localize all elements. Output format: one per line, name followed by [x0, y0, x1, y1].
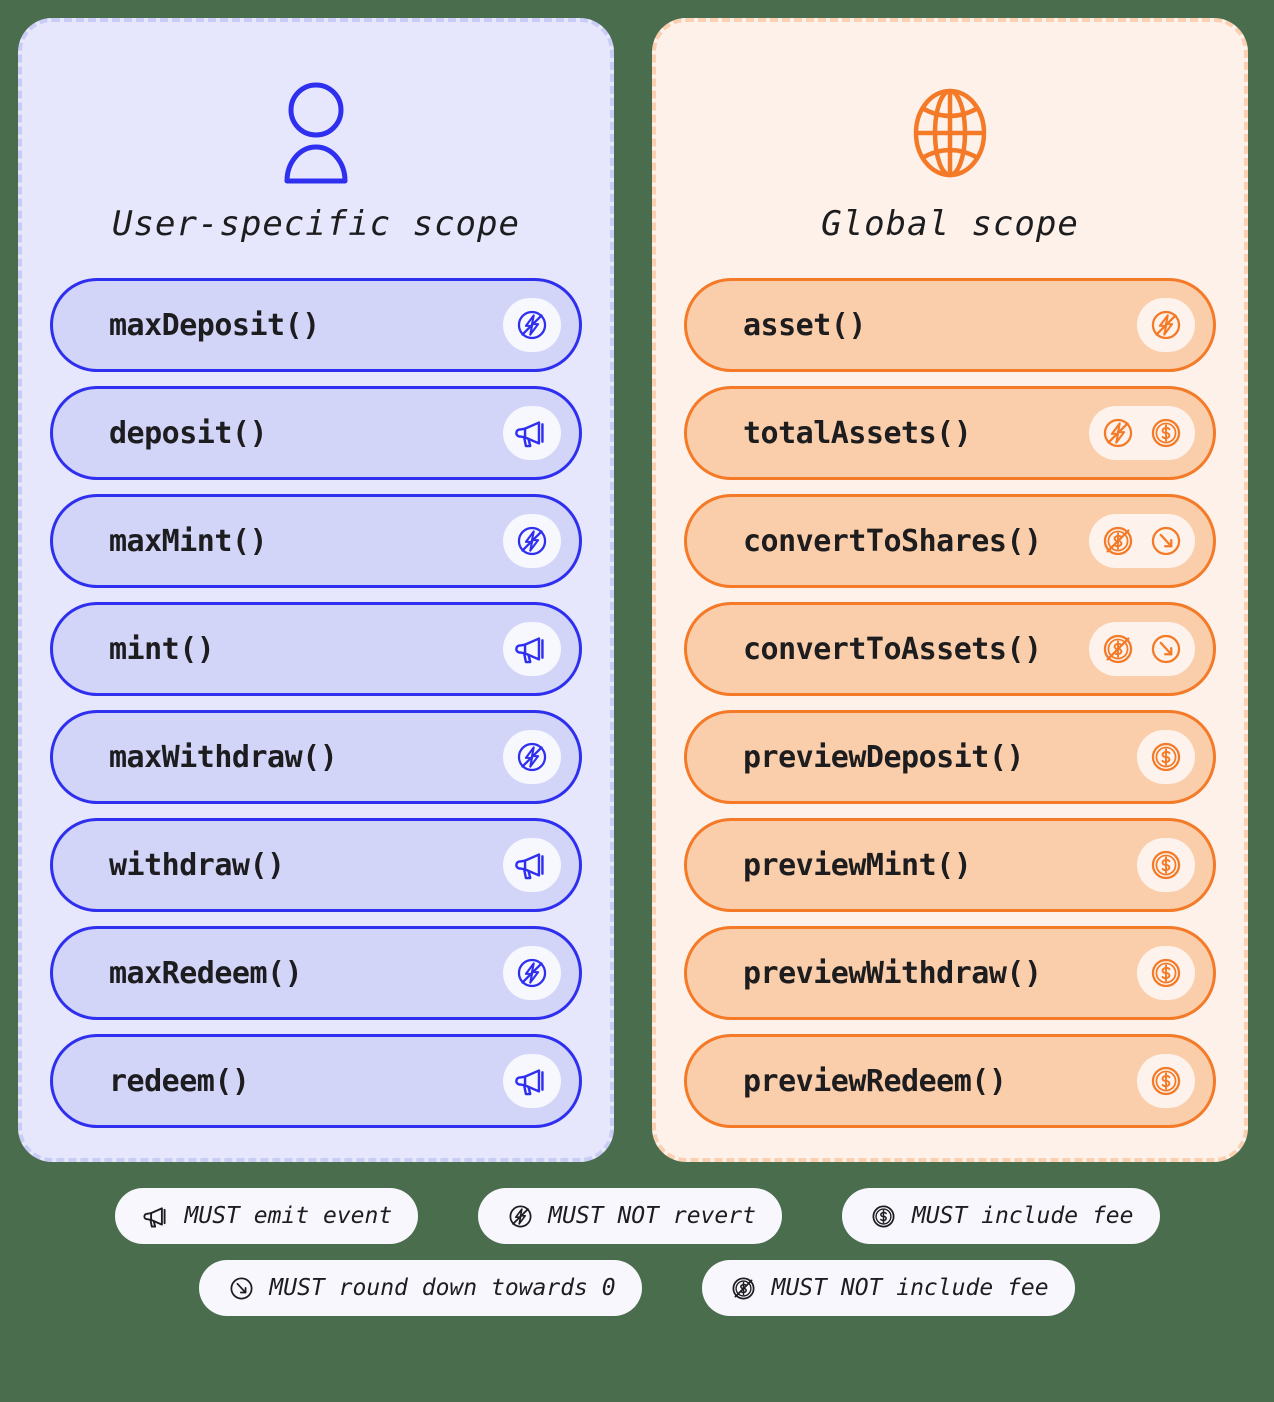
legend-chip: MUST round down towards 0 [199, 1260, 642, 1316]
requirement-badges [503, 838, 561, 892]
function-name: maxMint() [109, 523, 268, 559]
requirement-badges [1137, 730, 1195, 784]
legend-label: MUST NOT revert [548, 1203, 756, 1229]
function-row[interactable]: maxDeposit() [50, 278, 582, 372]
function-row[interactable]: totalAssets() [684, 386, 1216, 480]
legend-row-2: MUST round down towards 0 MUST NOT includ… [199, 1260, 1075, 1316]
function-name: maxWithdraw() [109, 739, 338, 775]
function-name: withdraw() [109, 847, 285, 883]
requirement-badges [1137, 946, 1195, 1000]
function-row[interactable]: previewWithdraw() [684, 926, 1216, 1020]
requirement-badges [1089, 514, 1195, 568]
must-not-include-fee-icon [1095, 626, 1141, 672]
panel-global-scope: Global scope asset() totalAssets() convert… [652, 18, 1248, 1162]
function-row[interactable]: convertToAssets() [684, 602, 1216, 696]
function-row[interactable]: previewDeposit() [684, 710, 1216, 804]
function-name: maxRedeem() [109, 955, 303, 991]
function-row[interactable]: deposit() [50, 386, 582, 480]
must-round-down-icon [225, 1272, 257, 1304]
must-include-fee-icon [1143, 410, 1189, 456]
requirement-badges [1137, 1054, 1195, 1108]
must-round-down-icon [1143, 518, 1189, 564]
must-emit-event-icon [509, 626, 555, 672]
must-include-fee-icon [1143, 734, 1189, 780]
legend-chip: MUST NOT revert [478, 1188, 782, 1244]
function-name: asset() [743, 307, 866, 343]
must-emit-event-icon [509, 1058, 555, 1104]
panel-title-global: Global scope [821, 204, 1079, 244]
function-row[interactable]: maxRedeem() [50, 926, 582, 1020]
function-row[interactable]: withdraw() [50, 818, 582, 912]
function-list-user: maxDeposit() deposit() maxMint() mint() maxW… [50, 278, 582, 1128]
panel-user-specific-scope: User-specific scope maxDeposit() deposit(… [18, 18, 614, 1162]
function-name: previewRedeem() [743, 1063, 1007, 1099]
requirement-badges [503, 514, 561, 568]
requirement-badges [1089, 406, 1195, 460]
function-row[interactable]: redeem() [50, 1034, 582, 1128]
function-row[interactable]: mint() [50, 602, 582, 696]
function-name: deposit() [109, 415, 268, 451]
must-include-fee-icon [1143, 842, 1189, 888]
function-name: previewWithdraw() [743, 955, 1042, 991]
must-not-revert-icon [509, 518, 555, 564]
function-name: convertToShares() [743, 523, 1042, 559]
requirement-badges [503, 730, 561, 784]
function-name: maxDeposit() [109, 307, 320, 343]
diagram-root: User-specific scope maxDeposit() deposit(… [0, 0, 1274, 1402]
legend-label: MUST NOT include fee [771, 1275, 1049, 1301]
function-row[interactable]: convertToShares() [684, 494, 1216, 588]
must-not-include-fee-icon [1095, 518, 1141, 564]
function-row[interactable]: maxMint() [50, 494, 582, 588]
legend-chip: MUST emit event [114, 1188, 419, 1244]
legend-row-1: MUST emit event MUST NOT revert MUST inclu… [114, 1188, 1160, 1244]
legend-chip: MUST include fee [841, 1188, 1160, 1244]
function-name: totalAssets() [743, 415, 972, 451]
must-include-fee-icon [1143, 950, 1189, 996]
function-row[interactable]: asset() [684, 278, 1216, 372]
function-row[interactable]: previewMint() [684, 818, 1216, 912]
function-name: previewDeposit() [743, 739, 1024, 775]
requirement-badges [503, 298, 561, 352]
must-not-revert-icon [1095, 410, 1141, 456]
requirement-badges [1137, 838, 1195, 892]
requirement-badges [1137, 298, 1195, 352]
function-row[interactable]: maxWithdraw() [50, 710, 582, 804]
must-not-revert-icon [509, 950, 555, 996]
panel-header-user: User-specific scope [50, 80, 582, 244]
legend-label: MUST include fee [911, 1203, 1134, 1229]
must-emit-event-icon [509, 410, 555, 456]
must-include-fee-icon [868, 1200, 900, 1232]
legend-label: MUST round down towards 0 [269, 1275, 616, 1301]
globe-icon [905, 80, 995, 190]
requirement-badges [503, 406, 561, 460]
must-emit-event-icon [509, 842, 555, 888]
must-round-down-icon [1143, 626, 1189, 672]
scope-panels: User-specific scope maxDeposit() deposit(… [0, 0, 1274, 1162]
must-not-include-fee-icon [728, 1272, 760, 1304]
legend: MUST emit event MUST NOT revert MUST inclu… [0, 1188, 1274, 1316]
requirement-badges [503, 946, 561, 1000]
legend-label: MUST emit event [184, 1203, 393, 1229]
must-not-revert-icon [509, 302, 555, 348]
function-row[interactable]: previewRedeem() [684, 1034, 1216, 1128]
must-emit-event-icon [141, 1200, 173, 1232]
function-list-global: asset() totalAssets() convertToShares() con… [684, 278, 1216, 1128]
requirement-badges [503, 622, 561, 676]
requirement-badges [1089, 622, 1195, 676]
must-not-revert-icon [504, 1200, 536, 1232]
must-not-revert-icon [1143, 302, 1189, 348]
function-name: mint() [109, 631, 215, 667]
requirement-badges [503, 1054, 561, 1108]
panel-header-global: Global scope [684, 80, 1216, 244]
function-name: convertToAssets() [743, 631, 1042, 667]
must-include-fee-icon [1143, 1058, 1189, 1104]
function-name: redeem() [109, 1063, 250, 1099]
legend-chip: MUST NOT include fee [701, 1260, 1075, 1316]
must-not-revert-icon [509, 734, 555, 780]
panel-title-user: User-specific scope [112, 204, 520, 244]
function-name: previewMint() [743, 847, 972, 883]
user-icon [278, 80, 354, 190]
